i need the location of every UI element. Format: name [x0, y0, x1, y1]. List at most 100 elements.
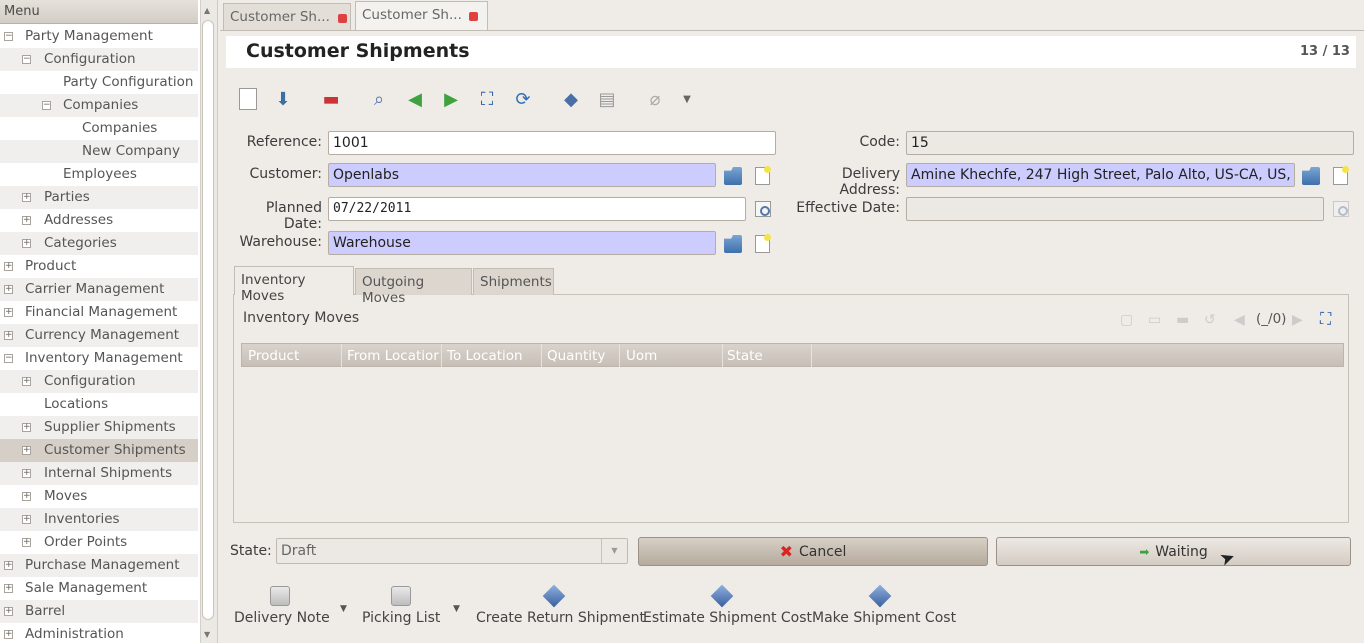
print-icon[interactable]: ▤: [594, 86, 620, 112]
column-from-location[interactable]: From Locatior: [347, 348, 439, 364]
expand-icon[interactable]: +: [22, 446, 31, 455]
next-icon[interactable]: ▶: [438, 86, 464, 112]
menu-item[interactable]: + Parties: [0, 186, 198, 209]
column-to-location[interactable]: To Location: [447, 348, 539, 364]
delivery-address-new-icon[interactable]: [1333, 166, 1349, 185]
menu-item[interactable]: + Internal Shipments: [0, 462, 198, 485]
delete-icon[interactable]: ▬: [318, 86, 344, 112]
tab-customer-shipments-1[interactable]: Customer Sh...: [223, 3, 351, 31]
menu-item[interactable]: + Purchase Management: [0, 554, 198, 577]
expand-icon[interactable]: +: [22, 492, 31, 501]
moves-grid-body[interactable]: [241, 367, 1344, 518]
delivery-address-field[interactable]: Amine Khechfe, 247 High Street, Palo Alt…: [906, 163, 1295, 187]
menu-item[interactable]: + Order Points: [0, 531, 198, 554]
expand-icon[interactable]: +: [22, 216, 31, 225]
menu-item[interactable]: + Moves: [0, 485, 198, 508]
menu-item[interactable]: + Administration: [0, 623, 198, 643]
expand-icon[interactable]: +: [4, 561, 13, 570]
warehouse-field[interactable]: Warehouse: [328, 231, 716, 255]
expand-icon[interactable]: +: [4, 285, 13, 294]
grid-switch-view-icon[interactable]: ⛶: [1320, 309, 1331, 329]
column-uom[interactable]: Uom: [626, 348, 718, 364]
planned-date-field[interactable]: 07/22/2011: [328, 197, 746, 221]
menu-item[interactable]: + Addresses: [0, 209, 198, 232]
warehouse-new-icon[interactable]: [755, 234, 771, 253]
menu-item[interactable]: Employees: [0, 163, 198, 186]
menu-item[interactable]: + Barrel: [0, 600, 198, 623]
attachment-dropdown-icon[interactable]: ▼: [674, 86, 700, 112]
menu-scroll-thumb[interactable]: [202, 20, 214, 620]
tab-close-icon[interactable]: [338, 14, 347, 23]
menu-item[interactable]: + Product: [0, 255, 198, 278]
tab-customer-shipments-2[interactable]: Customer Sh...: [355, 1, 488, 32]
menu-item[interactable]: + Supplier Shipments: [0, 416, 198, 439]
save-icon[interactable]: ⬇: [270, 86, 296, 112]
expand-icon[interactable]: +: [4, 308, 13, 317]
expand-icon[interactable]: +: [22, 193, 31, 202]
go-arrow-icon: ➡: [1139, 544, 1150, 559]
picking-list-dropdown-icon[interactable]: ▼: [453, 604, 460, 614]
menu-item[interactable]: + Currency Management: [0, 324, 198, 347]
planned-date-calendar-icon[interactable]: [755, 201, 771, 217]
expand-icon[interactable]: +: [4, 584, 13, 593]
menu-item[interactable]: + Inventories: [0, 508, 198, 531]
column-quantity[interactable]: Quantity: [547, 348, 619, 364]
menu-item[interactable]: + Financial Management: [0, 301, 198, 324]
search-icon[interactable]: ⌕: [366, 86, 392, 112]
delivery-note-dropdown-icon[interactable]: ▼: [340, 604, 347, 614]
reference-field[interactable]: 1001: [328, 131, 776, 155]
expand-icon[interactable]: +: [22, 423, 31, 432]
customer-field[interactable]: Openlabs: [328, 163, 716, 187]
make-shipment-cost-button[interactable]: Make Shipment Cost: [812, 584, 956, 626]
menu-item[interactable]: − Configuration: [0, 48, 198, 71]
collapse-icon[interactable]: −: [42, 101, 51, 110]
column-state[interactable]: State: [727, 348, 807, 364]
menu-item[interactable]: + Categories: [0, 232, 198, 255]
menu-item[interactable]: Companies: [0, 117, 198, 140]
menu-item[interactable]: Party Configuration: [0, 71, 198, 94]
menu-item[interactable]: + Sale Management: [0, 577, 198, 600]
menu-item[interactable]: + Configuration: [0, 370, 198, 393]
scroll-up-icon[interactable]: ▲: [204, 6, 210, 15]
expand-icon[interactable]: +: [22, 538, 31, 547]
expand-icon[interactable]: +: [22, 377, 31, 386]
menu-item-label: Moves: [44, 488, 88, 504]
tab-shipments[interactable]: Shipments: [473, 268, 554, 295]
collapse-icon[interactable]: −: [22, 55, 31, 64]
collapse-icon[interactable]: −: [4, 354, 13, 363]
expand-icon[interactable]: +: [4, 607, 13, 616]
customer-new-icon[interactable]: [755, 166, 771, 185]
delivery-note-button[interactable]: Delivery Note: [234, 586, 330, 626]
previous-icon[interactable]: ◀: [402, 86, 428, 112]
cancel-button[interactable]: ✖ Cancel: [638, 537, 988, 566]
menu-item[interactable]: − Party Management: [0, 25, 198, 48]
create-return-shipment-button[interactable]: Create Return Shipment: [476, 584, 645, 626]
attachment-icon[interactable]: ⌀: [642, 86, 668, 112]
menu-item[interactable]: + Carrier Management: [0, 278, 198, 301]
tab-outgoing-moves[interactable]: Outgoing Moves: [355, 268, 472, 306]
expand-icon[interactable]: +: [22, 239, 31, 248]
expand-icon[interactable]: +: [4, 630, 13, 639]
menu-item-label: Currency Management: [25, 327, 180, 343]
expand-icon[interactable]: +: [4, 262, 13, 271]
menu-item[interactable]: + Customer Shipments: [0, 439, 198, 462]
menu-item[interactable]: Locations: [0, 393, 198, 416]
reload-icon[interactable]: ⟳: [510, 86, 536, 112]
column-product[interactable]: Product: [248, 348, 340, 364]
tab-close-icon[interactable]: [469, 12, 478, 21]
menu-item[interactable]: − Companies: [0, 94, 198, 117]
expand-icon[interactable]: +: [22, 515, 31, 524]
expand-icon[interactable]: +: [22, 469, 31, 478]
picking-list-button[interactable]: Picking List: [362, 586, 440, 626]
menu-item[interactable]: − Inventory Management: [0, 347, 198, 370]
waiting-button[interactable]: ➡ Waiting: [996, 537, 1351, 566]
new-icon[interactable]: [235, 86, 261, 112]
action-icon[interactable]: ◆: [558, 86, 584, 112]
menu-item[interactable]: New Company: [0, 140, 198, 163]
scroll-down-icon[interactable]: ▼: [204, 630, 210, 639]
collapse-icon[interactable]: −: [4, 32, 13, 41]
expand-icon[interactable]: +: [4, 331, 13, 340]
tab-inventory-moves[interactable]: Inventory Moves: [234, 266, 354, 304]
switch-view-icon[interactable]: ⛶: [474, 86, 500, 112]
estimate-shipment-cost-button[interactable]: Estimate Shipment Cost: [643, 584, 812, 626]
